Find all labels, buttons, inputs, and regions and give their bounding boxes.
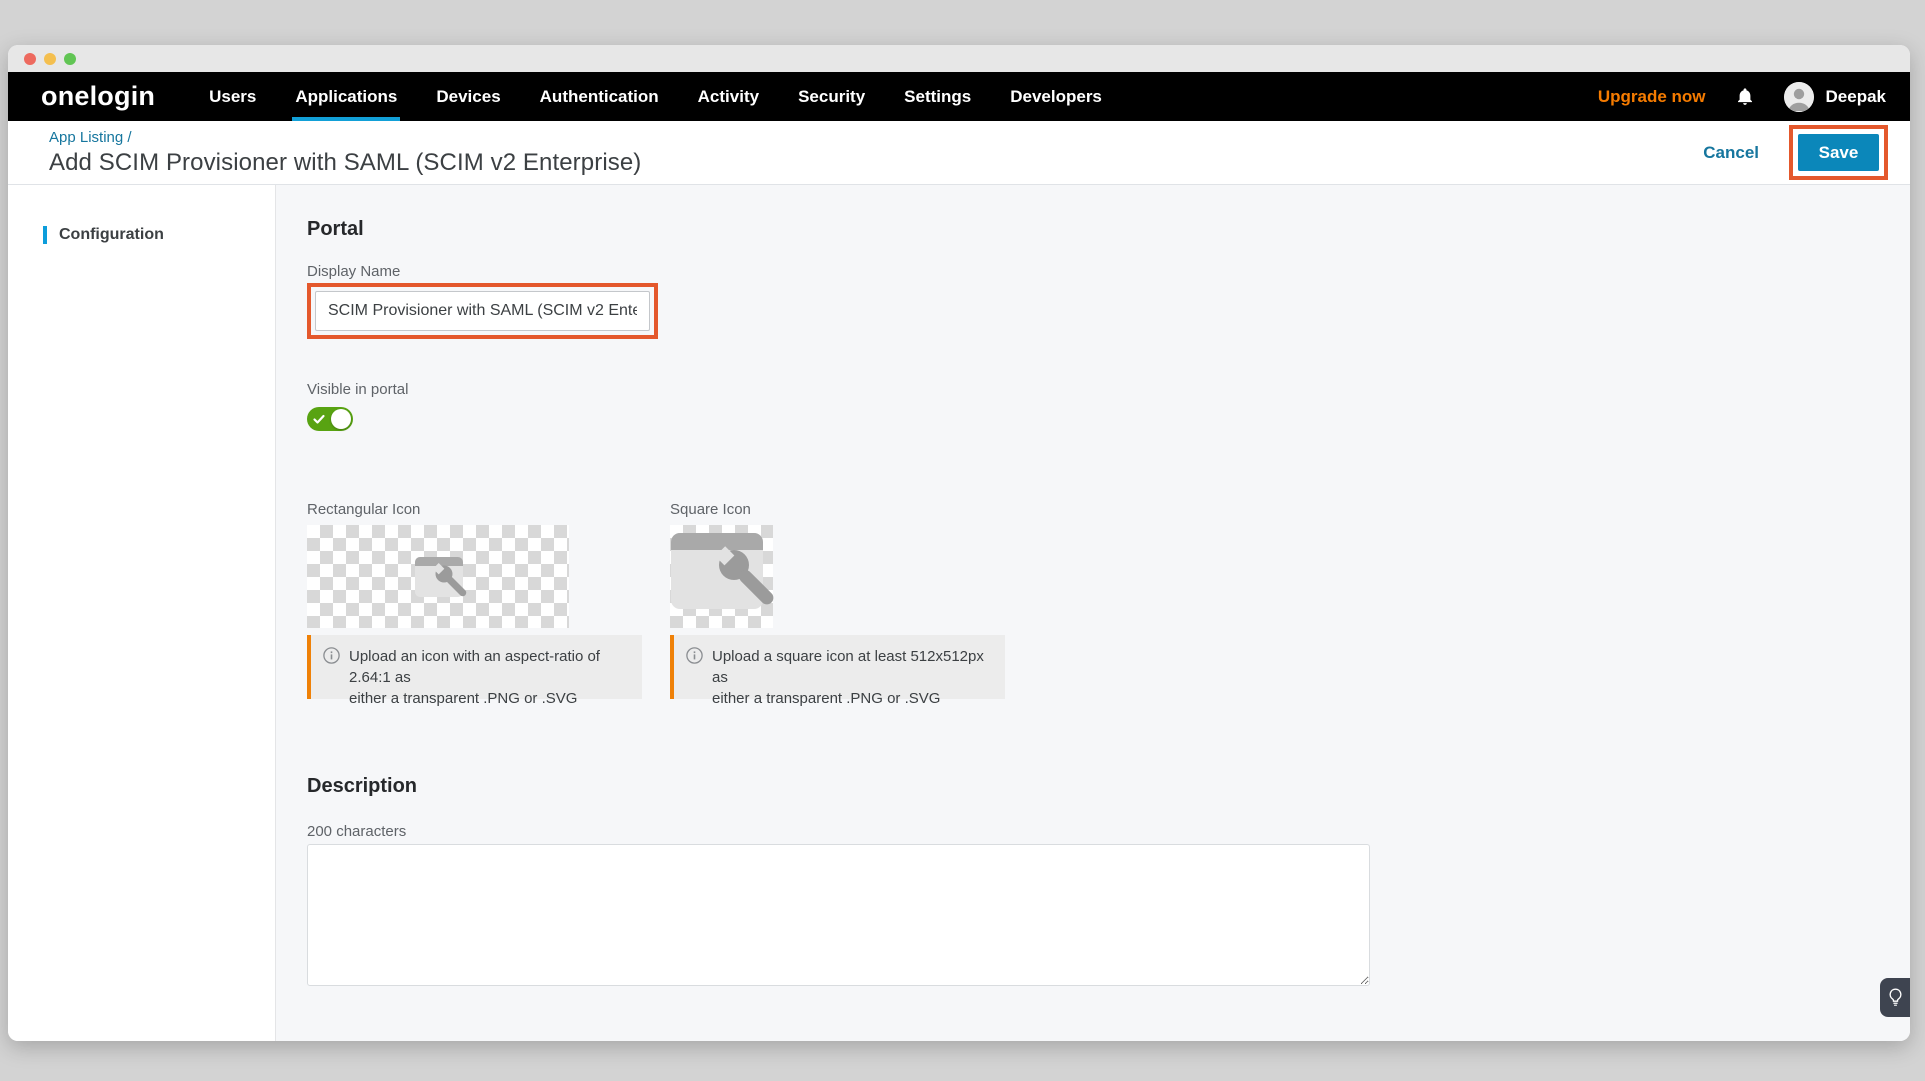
display-name-annotation-box (307, 283, 658, 339)
top-nav: onelogin Users Applications Devices Auth… (8, 72, 1910, 121)
page-title: Add SCIM Provisioner with SAML (SCIM v2 … (49, 149, 641, 177)
lightbulb-icon (1888, 988, 1903, 1007)
visible-in-portal-toggle[interactable] (307, 407, 353, 431)
rectangular-icon-preview[interactable] (307, 525, 569, 628)
info-icon (323, 647, 340, 664)
rectangular-icon-label: Rectangular Icon (307, 501, 642, 518)
window-titlebar (8, 45, 1910, 72)
description-section-heading: Description (307, 775, 1910, 798)
description-textarea[interactable] (307, 844, 1370, 986)
portal-section-heading: Portal (307, 218, 1910, 241)
info-icon (686, 647, 703, 664)
display-name-input[interactable] (315, 291, 650, 331)
save-button[interactable]: Save (1798, 134, 1879, 171)
user-avatar (1784, 82, 1814, 112)
cancel-button[interactable]: Cancel (1703, 143, 1759, 163)
character-count-label: 200 characters (307, 823, 1910, 840)
help-lightbulb-tab[interactable] (1880, 978, 1910, 1017)
nav-item-developers[interactable]: Developers (1010, 72, 1102, 121)
user-menu[interactable]: Deepak (1784, 82, 1886, 112)
sidebar: Configuration (8, 185, 276, 1041)
nav-item-security[interactable]: Security (798, 72, 865, 121)
nav-item-activity[interactable]: Activity (698, 72, 759, 121)
square-icon-hint: Upload a square icon at least 512x512px … (670, 635, 1005, 699)
onelogin-logo[interactable]: onelogin (41, 81, 155, 112)
nav-item-devices[interactable]: Devices (436, 72, 500, 121)
nav-item-settings[interactable]: Settings (904, 72, 971, 121)
minimize-window-button[interactable] (44, 53, 56, 65)
desktop: onelogin Users Applications Devices Auth… (0, 0, 1925, 1081)
save-annotation-box: Save (1789, 125, 1888, 180)
nav-item-users[interactable]: Users (209, 72, 256, 121)
check-icon (312, 412, 326, 426)
close-window-button[interactable] (24, 53, 36, 65)
square-icon-preview[interactable] (670, 525, 773, 628)
square-icon-label: Square Icon (670, 501, 1005, 518)
active-indicator-bar (43, 226, 47, 244)
notifications-bell-icon[interactable] (1734, 86, 1756, 108)
visible-in-portal-label: Visible in portal (307, 381, 1910, 398)
app-placeholder-icon (670, 525, 773, 628)
nav-item-authentication[interactable]: Authentication (540, 72, 659, 121)
app-window: onelogin Users Applications Devices Auth… (8, 45, 1910, 1041)
upgrade-now-link[interactable]: Upgrade now (1598, 87, 1706, 107)
main-content: Portal Display Name Visible in portal Re… (276, 185, 1910, 1041)
toggle-knob (331, 409, 351, 429)
sidebar-item-configuration[interactable]: Configuration (43, 226, 275, 244)
nav-menu: Users Applications Devices Authenticatio… (209, 72, 1102, 121)
nav-item-applications[interactable]: Applications (295, 72, 397, 121)
page-header: App Listing / Add SCIM Provisioner with … (8, 121, 1910, 185)
breadcrumb[interactable]: App Listing / (49, 129, 641, 146)
display-name-label: Display Name (307, 263, 1910, 280)
maximize-window-button[interactable] (64, 53, 76, 65)
rectangular-icon-hint: Upload an icon with an aspect-ratio of 2… (307, 635, 642, 699)
user-name: Deepak (1826, 87, 1886, 107)
app-placeholder-icon (307, 525, 569, 628)
